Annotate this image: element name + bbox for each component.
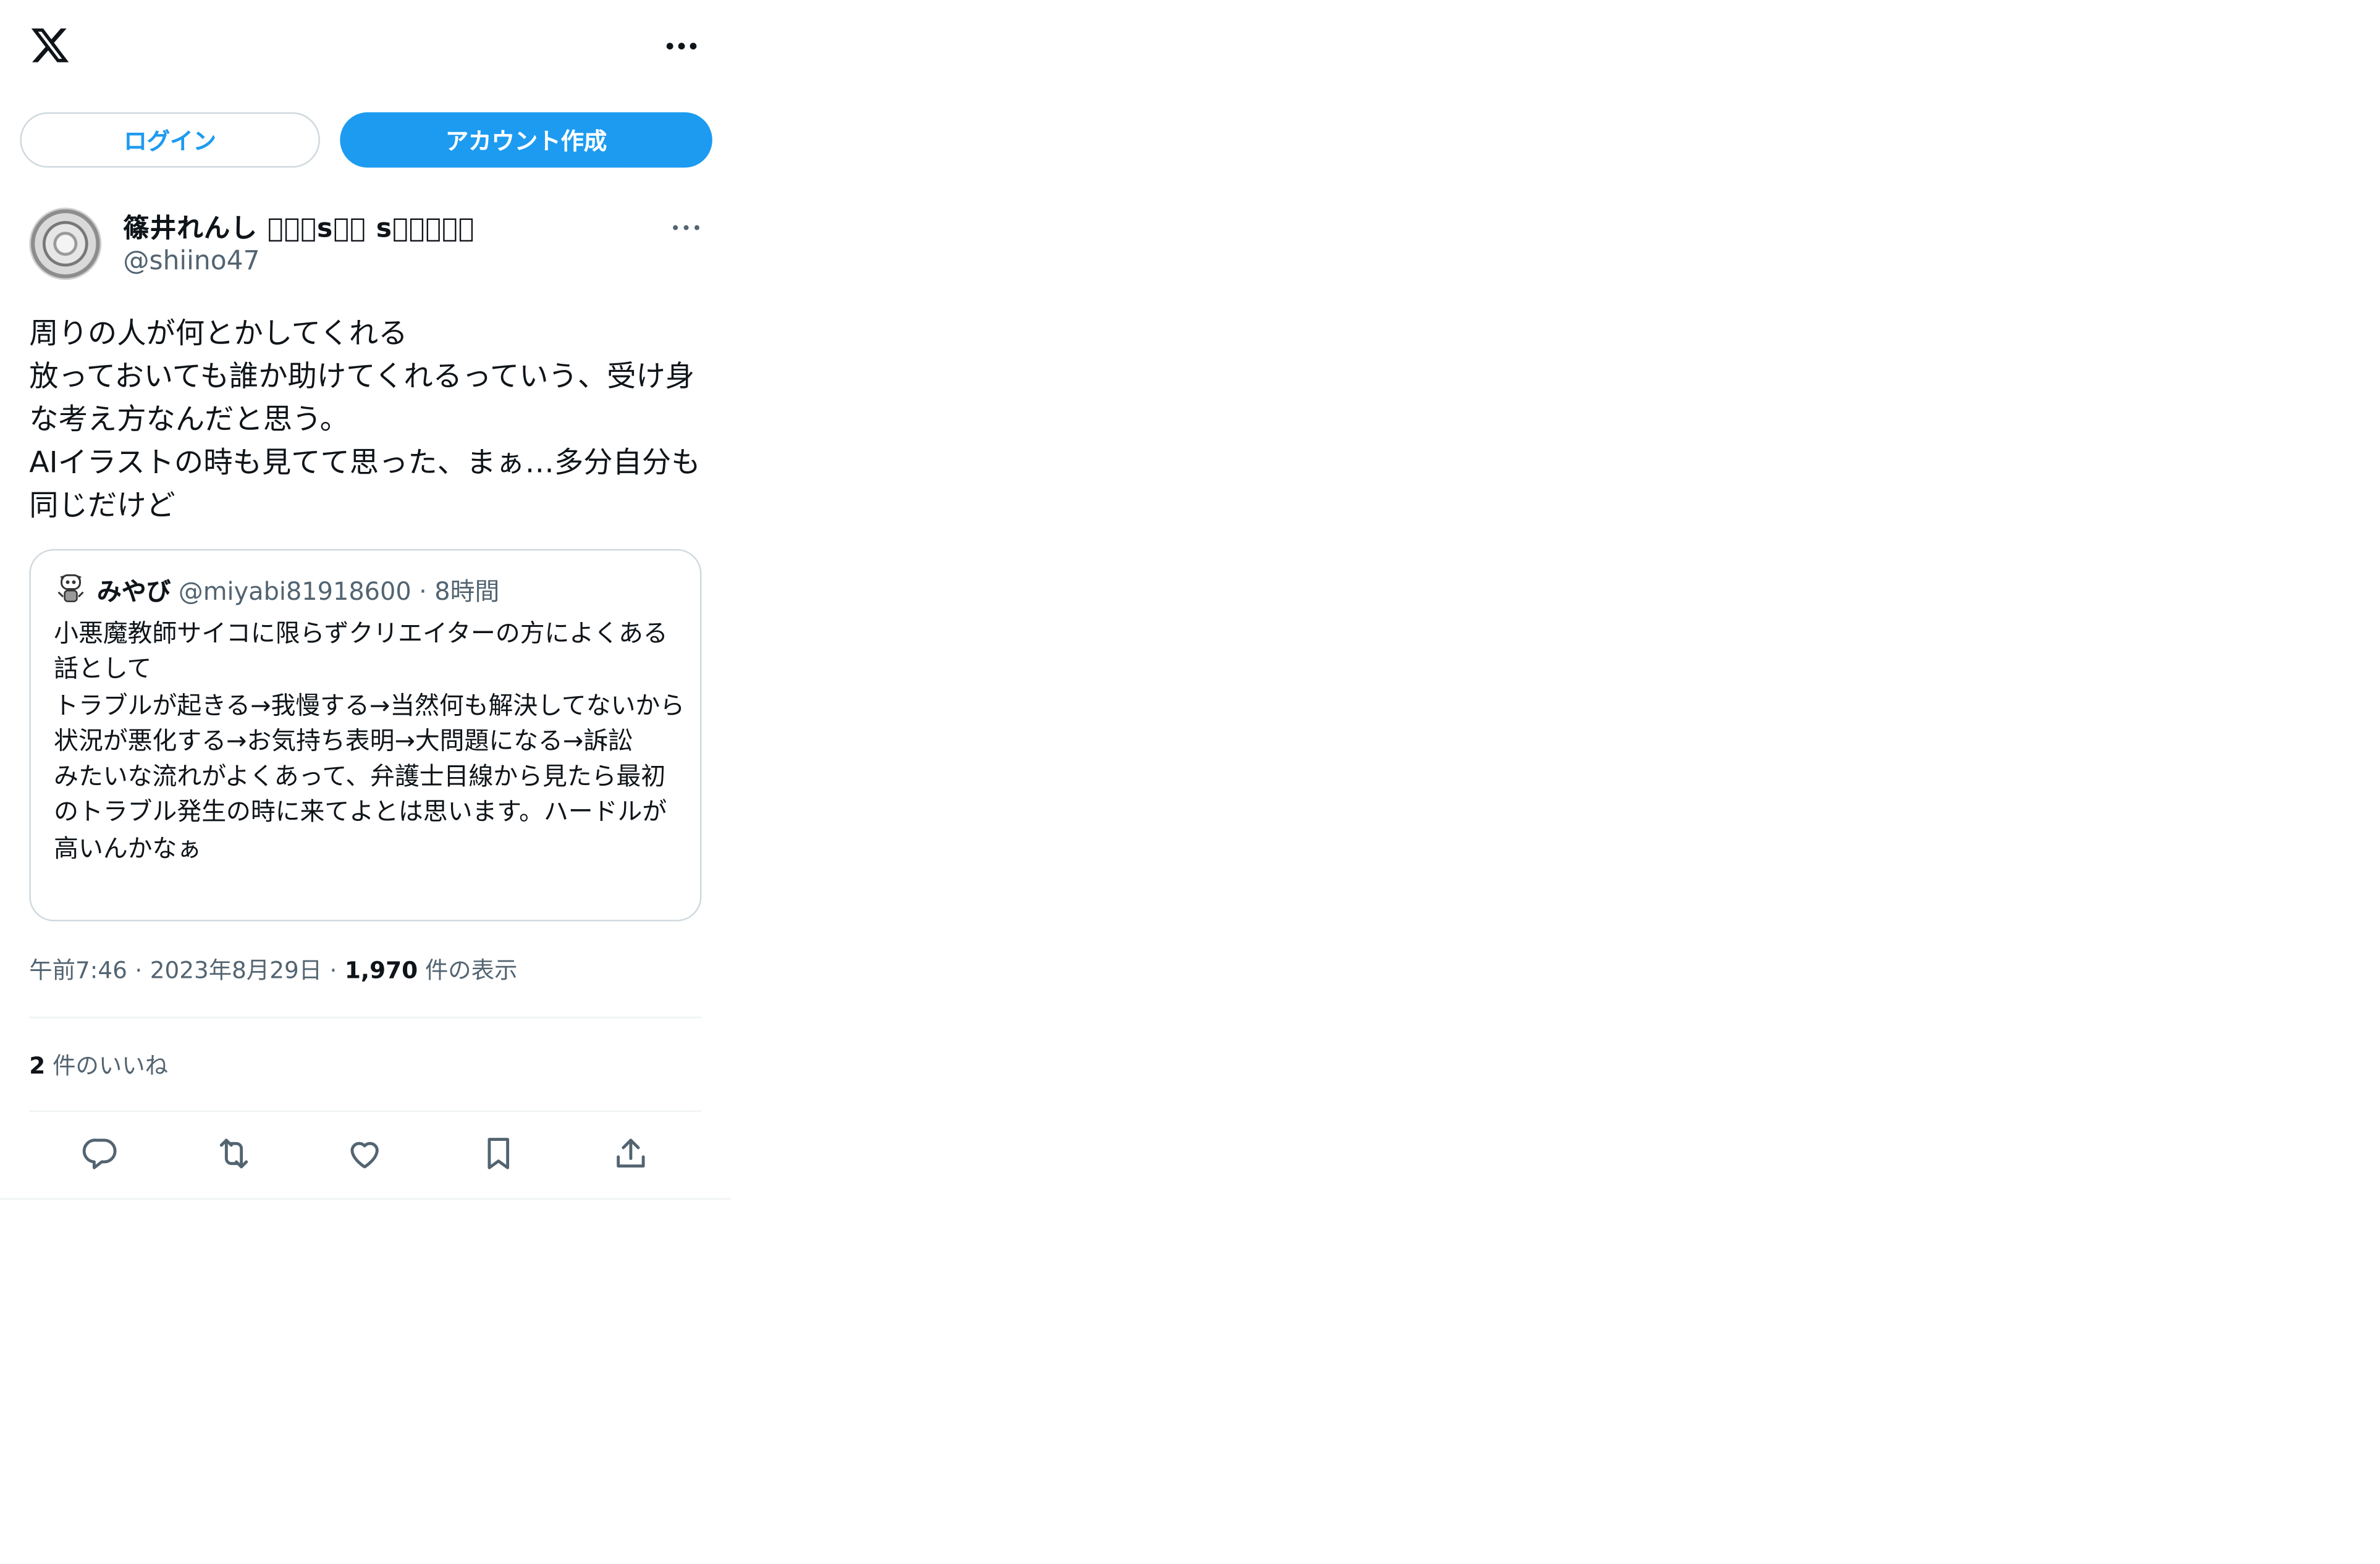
author-handle[interactable]: @shiino47 <box>123 246 260 277</box>
login-button[interactable]: ログイン <box>20 112 320 168</box>
author-display-name[interactable]: 篠井れんし 􀀀􀀀􀀀s􀀀􀀀 s􀀀􀀀􀀀􀀀􀀀 <box>123 206 475 245</box>
tweet-meta: 午前7:46 · 2023年8月29日 · 1,970 件の表示 <box>29 954 517 986</box>
tweet-text: 周りの人が何とかしてくれる 放っておいても誰か助けてくれるっていう、受け身な考え… <box>29 316 701 523</box>
meta-separator-2: · <box>329 956 337 985</box>
x-logo-icon[interactable] <box>28 25 72 66</box>
quoted-author-handle: @miyabi81918600 <box>178 576 411 607</box>
quoted-author-name: みやび <box>96 576 171 607</box>
tweet-time[interactable]: 午前7:46 <box>29 957 127 985</box>
heart-icon[interactable] <box>345 1133 385 1174</box>
tweet-more-icon[interactable] <box>668 209 705 246</box>
quoted-tweet-card[interactable]: みやび @miyabi81918600 · 8時間 小悪魔教師サイコに限らずクリエイタ… <box>29 549 702 922</box>
quoted-tweet-text: 小悪魔教師サイコに限らずクリエイターの方によくある話として トラブルが起きる→我… <box>54 618 685 863</box>
retweet-icon[interactable] <box>214 1133 254 1174</box>
divider <box>29 1016 702 1019</box>
meta-separator: · <box>135 956 143 985</box>
tweet-column: ログイン アカウント作成 篠井れんし 􀀀􀀀􀀀s􀀀􀀀 s􀀀􀀀􀀀􀀀􀀀 @shiino… <box>0 0 731 1200</box>
more-options-icon[interactable] <box>662 26 702 66</box>
quoted-separator: · <box>419 576 427 607</box>
likes-label: 件のいいね <box>45 1052 168 1080</box>
quoted-timestamp: 8時間 <box>434 576 500 607</box>
views-count: 1,970 <box>344 956 418 985</box>
likes-count: 2 <box>29 1052 46 1080</box>
likes-count-link[interactable]: 2 件のいいね <box>29 1049 168 1081</box>
quoted-tweet-header: みやび @miyabi81918600 · 8時間 <box>97 571 499 608</box>
views-label: 件の表示 <box>418 956 518 985</box>
divider <box>29 1110 702 1112</box>
page: ログイン アカウント作成 篠井れんし 􀀀􀀀􀀀s􀀀􀀀 s􀀀􀀀􀀀􀀀􀀀 @shiino… <box>0 0 2380 1564</box>
quoted-author-avatar-icon <box>57 574 85 605</box>
create-account-button[interactable]: アカウント作成 <box>340 112 712 168</box>
tweet-date[interactable]: 2023年8月29日 <box>150 957 322 985</box>
reply-icon[interactable] <box>80 1133 120 1174</box>
bookmark-icon[interactable] <box>478 1133 518 1174</box>
share-icon[interactable] <box>611 1133 651 1174</box>
author-avatar[interactable] <box>29 208 102 280</box>
